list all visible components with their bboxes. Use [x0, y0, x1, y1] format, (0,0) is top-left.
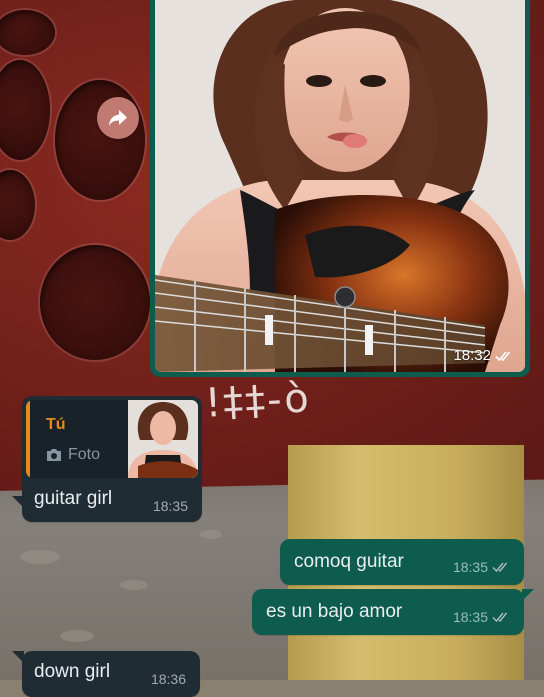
- quote-thumbnail: [128, 400, 198, 478]
- double-check-icon: [492, 612, 508, 623]
- quote-author: Tú: [46, 416, 66, 433]
- message-time: 18:35: [452, 559, 488, 575]
- message-meta: 18:36: [151, 671, 186, 687]
- double-check-icon: [495, 350, 511, 361]
- forward-arrow-icon: [109, 110, 127, 126]
- message-photo[interactable]: 18:32: [155, 0, 525, 372]
- forward-button[interactable]: [97, 97, 139, 139]
- wallpaper-hole: [40, 245, 150, 360]
- incoming-reply-message[interactable]: Tú Foto guitar girl 18:35: [12, 396, 202, 522]
- message-time: 18:35: [152, 498, 188, 514]
- message-time: 18:36: [150, 671, 186, 687]
- quote-type: Foto: [46, 446, 100, 464]
- quote-accent-bar: [26, 400, 30, 478]
- message-meta: 18:35: [153, 498, 188, 514]
- double-check-icon: [492, 562, 508, 573]
- message-time: 18:35: [452, 609, 488, 625]
- outgoing-message[interactable]: es un bajo amor 18:35: [252, 589, 534, 635]
- message-text: es un bajo amor: [266, 601, 403, 622]
- message-text: comoq guitar: [294, 551, 404, 572]
- message-text: guitar girl: [34, 488, 113, 509]
- quote-type-label: Foto: [68, 446, 101, 463]
- image-message-bubble[interactable]: 18:32: [150, 0, 530, 377]
- incoming-message[interactable]: down girl 18:36: [12, 651, 200, 697]
- message-meta: 18:35: [453, 559, 512, 575]
- message-meta: 18:35: [453, 609, 512, 625]
- photo-illustration: [155, 0, 525, 372]
- thumbnail-illustration: [128, 400, 198, 478]
- quoted-message[interactable]: Tú Foto: [26, 400, 198, 478]
- image-message-meta: 18:32: [453, 347, 515, 364]
- outgoing-message[interactable]: comoq guitar 18:35: [280, 539, 524, 585]
- wallpaper-graffiti: !‡‡-ò: [203, 375, 312, 427]
- message-time: 18:32: [453, 347, 491, 364]
- wallpaper-hole: [55, 80, 145, 200]
- camera-icon: [47, 449, 61, 461]
